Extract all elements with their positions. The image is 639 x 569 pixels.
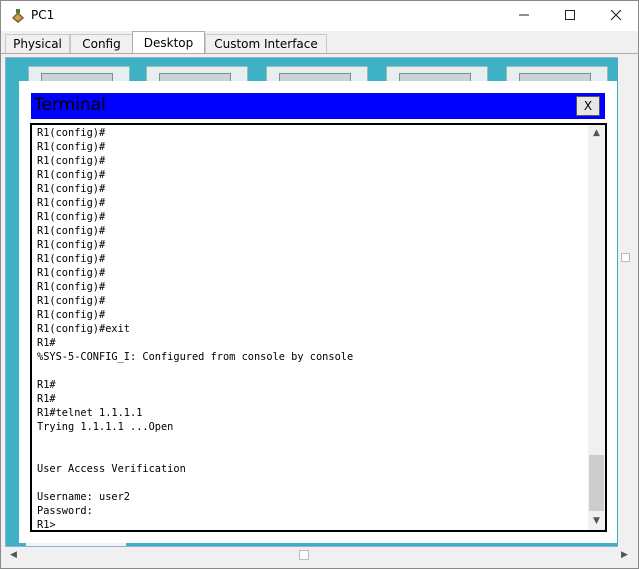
terminal-console[interactable]: R1(config)# R1(config)# R1(config)# R1(conf… <box>30 123 607 532</box>
console-line: R1(config)# <box>37 169 106 181</box>
console-line: R1(config)# <box>37 141 106 153</box>
console-line: Password: <box>37 505 99 517</box>
console-line: R1(config)# <box>37 267 106 279</box>
scrollbar-thumb[interactable] <box>621 253 630 262</box>
console-output: R1(config)# R1(config)# R1(config)# R1(conf… <box>37 126 585 531</box>
tab-desktop[interactable]: Desktop <box>132 31 205 54</box>
console-line: Username: user2 <box>37 491 130 503</box>
scrollbar-thumb[interactable] <box>299 550 309 560</box>
scroll-down-icon[interactable]: ▼ <box>588 513 605 530</box>
scroll-left-icon[interactable]: ◀ <box>5 547 22 564</box>
console-line: R1(config)# <box>37 295 106 307</box>
console-line: Trying 1.1.1.1 ...Open <box>37 421 174 433</box>
maximize-button[interactable] <box>547 1 593 31</box>
packet-tracer-pc-icon <box>10 8 26 24</box>
scrollbar-thumb[interactable] <box>589 455 604 511</box>
window-title: PC1 <box>31 8 55 22</box>
tab-config[interactable]: Config <box>70 34 133 54</box>
console-line: R1(config)# <box>37 211 106 223</box>
tab-custom-interface[interactable]: Custom Interface <box>205 34 327 54</box>
tab-bar: Physical Config Desktop Custom Interface <box>1 31 638 54</box>
terminal-title-bar[interactable]: Terminal <box>31 93 605 119</box>
console-line: R1(config)# <box>37 225 106 237</box>
console-vertical-scrollbar[interactable]: ▲ ▼ <box>588 125 605 530</box>
console-line: R1(config)# <box>37 281 106 293</box>
tab-divider <box>1 53 638 54</box>
tab-physical[interactable]: Physical <box>5 34 70 54</box>
console-line: R1# <box>37 379 56 391</box>
minimize-button[interactable] <box>501 1 547 31</box>
terminal-close-button[interactable]: X <box>576 96 600 116</box>
console-line: R1(config)# <box>37 239 106 251</box>
console-line: %SYS-5-CONFIG_I: Configured from console… <box>37 351 354 363</box>
title-bar[interactable]: PC1 <box>1 1 638 31</box>
scroll-up-icon[interactable]: ▲ <box>588 125 605 142</box>
outer-vertical-scrollbar[interactable] <box>618 57 633 547</box>
console-line: R1(config)# <box>37 183 106 195</box>
console-line: R1(config)# <box>37 155 106 167</box>
terminal-title: Terminal <box>34 95 106 115</box>
console-line: R1> <box>37 519 56 531</box>
console-line: R1# <box>37 393 56 405</box>
console-line: R1(config)# <box>37 309 106 321</box>
console-line: User Access Verification <box>37 463 186 475</box>
console-line: R1(config)# <box>37 127 106 139</box>
pc1-window: PC1 Physical Config Desktop Custom Inter… <box>0 0 639 569</box>
minimize-icon <box>519 9 529 23</box>
console-line: R1(config)# <box>37 197 106 209</box>
console-line: R1(config)# <box>37 253 106 265</box>
console-line: R1#telnet 1.1.1.1 <box>37 407 143 419</box>
maximize-icon <box>565 9 575 23</box>
scroll-right-icon[interactable]: ▶ <box>616 547 633 564</box>
console-line: R1# <box>37 337 56 349</box>
console-line: R1(config)#exit <box>37 323 130 335</box>
close-button[interactable] <box>593 1 638 31</box>
horizontal-scrollbar[interactable]: ◀ ▶ <box>5 547 633 564</box>
close-icon <box>610 9 622 23</box>
terminal-window: Terminal X R1(config)# R1(config)# R1(conf… <box>19 81 617 543</box>
